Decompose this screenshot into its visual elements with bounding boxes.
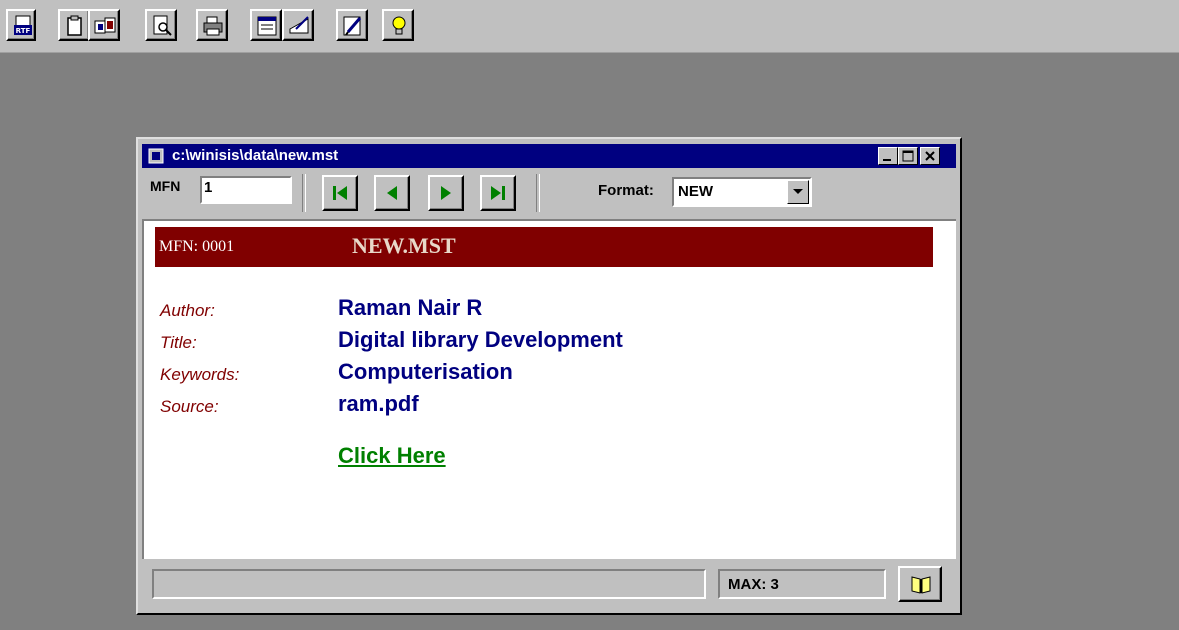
previous-record-button[interactable]: [374, 175, 410, 211]
separator: [302, 174, 306, 212]
next-record-button[interactable]: [428, 175, 464, 211]
last-record-button[interactable]: [480, 175, 516, 211]
document-icon: [148, 148, 164, 164]
chevron-down-icon: [793, 189, 803, 194]
max-records-text: MAX: 3: [728, 576, 779, 593]
keywords-value: Computerisation: [338, 359, 513, 384]
dictionary-button[interactable]: [898, 566, 942, 602]
format-value: NEW: [678, 183, 713, 200]
first-record-icon: [333, 186, 347, 200]
mfn-label: MFN: [150, 178, 181, 194]
author-value: Raman Nair R: [338, 295, 483, 320]
status-bar: MAX: 3: [142, 561, 956, 611]
maximize-icon: [902, 150, 914, 162]
format-label: Format:: [598, 182, 654, 199]
window-titlebar[interactable]: c:\winisis\data\new.mst: [142, 144, 956, 168]
title-label: Title:: [160, 333, 197, 352]
book-icon: [911, 576, 931, 594]
rtf-export-button[interactable]: RTF: [6, 9, 36, 41]
keywords-label: Keywords:: [160, 365, 240, 384]
lightbulb-button[interactable]: [382, 9, 414, 41]
print-preview-button[interactable]: [145, 9, 177, 41]
form-button[interactable]: [250, 9, 282, 41]
svg-text:RTF: RTF: [16, 27, 31, 35]
record-window: c:\winisis\data\new.mst MFN 1 Format: NE…: [136, 137, 962, 615]
title-value: Digital library Development: [338, 327, 623, 352]
clipboard-button[interactable]: [58, 9, 90, 41]
clipboard-icon: [67, 15, 82, 36]
source-label: Source:: [160, 397, 219, 416]
record-navigation-bar: MFN 1 Format: NEW: [142, 170, 956, 220]
copy-record-button[interactable]: [88, 9, 120, 41]
author-label: Author:: [160, 301, 215, 320]
printer-icon: [203, 16, 223, 36]
lightbulb-icon: [392, 16, 406, 35]
pencil-edit-icon: [343, 16, 362, 36]
record-display: MFN: 0001 NEW.MST Author: Raman Nair R T…: [142, 219, 956, 559]
banner-title: NEW.MST: [352, 233, 456, 258]
last-record-icon: [491, 186, 505, 200]
maximize-button[interactable]: [898, 147, 918, 165]
copy-record-icon: [94, 17, 116, 34]
close-icon: [925, 151, 935, 161]
source-value: ram.pdf: [338, 391, 419, 416]
max-records-field: MAX: 3: [718, 569, 886, 599]
hand-edit-button[interactable]: [282, 9, 314, 41]
print-button[interactable]: [196, 9, 228, 41]
separator: [536, 174, 540, 212]
print-preview-icon: [153, 15, 172, 36]
pencil-edit-button[interactable]: [336, 9, 368, 41]
close-button[interactable]: [920, 147, 940, 165]
format-dropdown[interactable]: NEW: [672, 177, 812, 207]
dropdown-button[interactable]: [787, 180, 809, 204]
window-title: c:\winisis\data\new.mst: [172, 147, 339, 164]
form-icon: [257, 16, 277, 36]
banner-mfn: MFN: 0001: [159, 238, 235, 255]
first-record-button[interactable]: [322, 175, 358, 211]
record-banner: MFN: 0001 NEW.MST: [155, 227, 933, 267]
click-here-link[interactable]: Click Here: [338, 443, 446, 469]
minimize-icon: [883, 159, 891, 161]
rtf-export-icon: RTF: [14, 15, 32, 35]
status-field: [152, 569, 706, 599]
mfn-input[interactable]: 1: [200, 176, 292, 204]
main-toolbar: RTF: [0, 0, 1179, 53]
previous-record-icon: [387, 186, 397, 200]
minimize-button[interactable]: [878, 147, 898, 165]
hand-edit-icon: [289, 16, 309, 34]
next-record-icon: [441, 186, 451, 200]
